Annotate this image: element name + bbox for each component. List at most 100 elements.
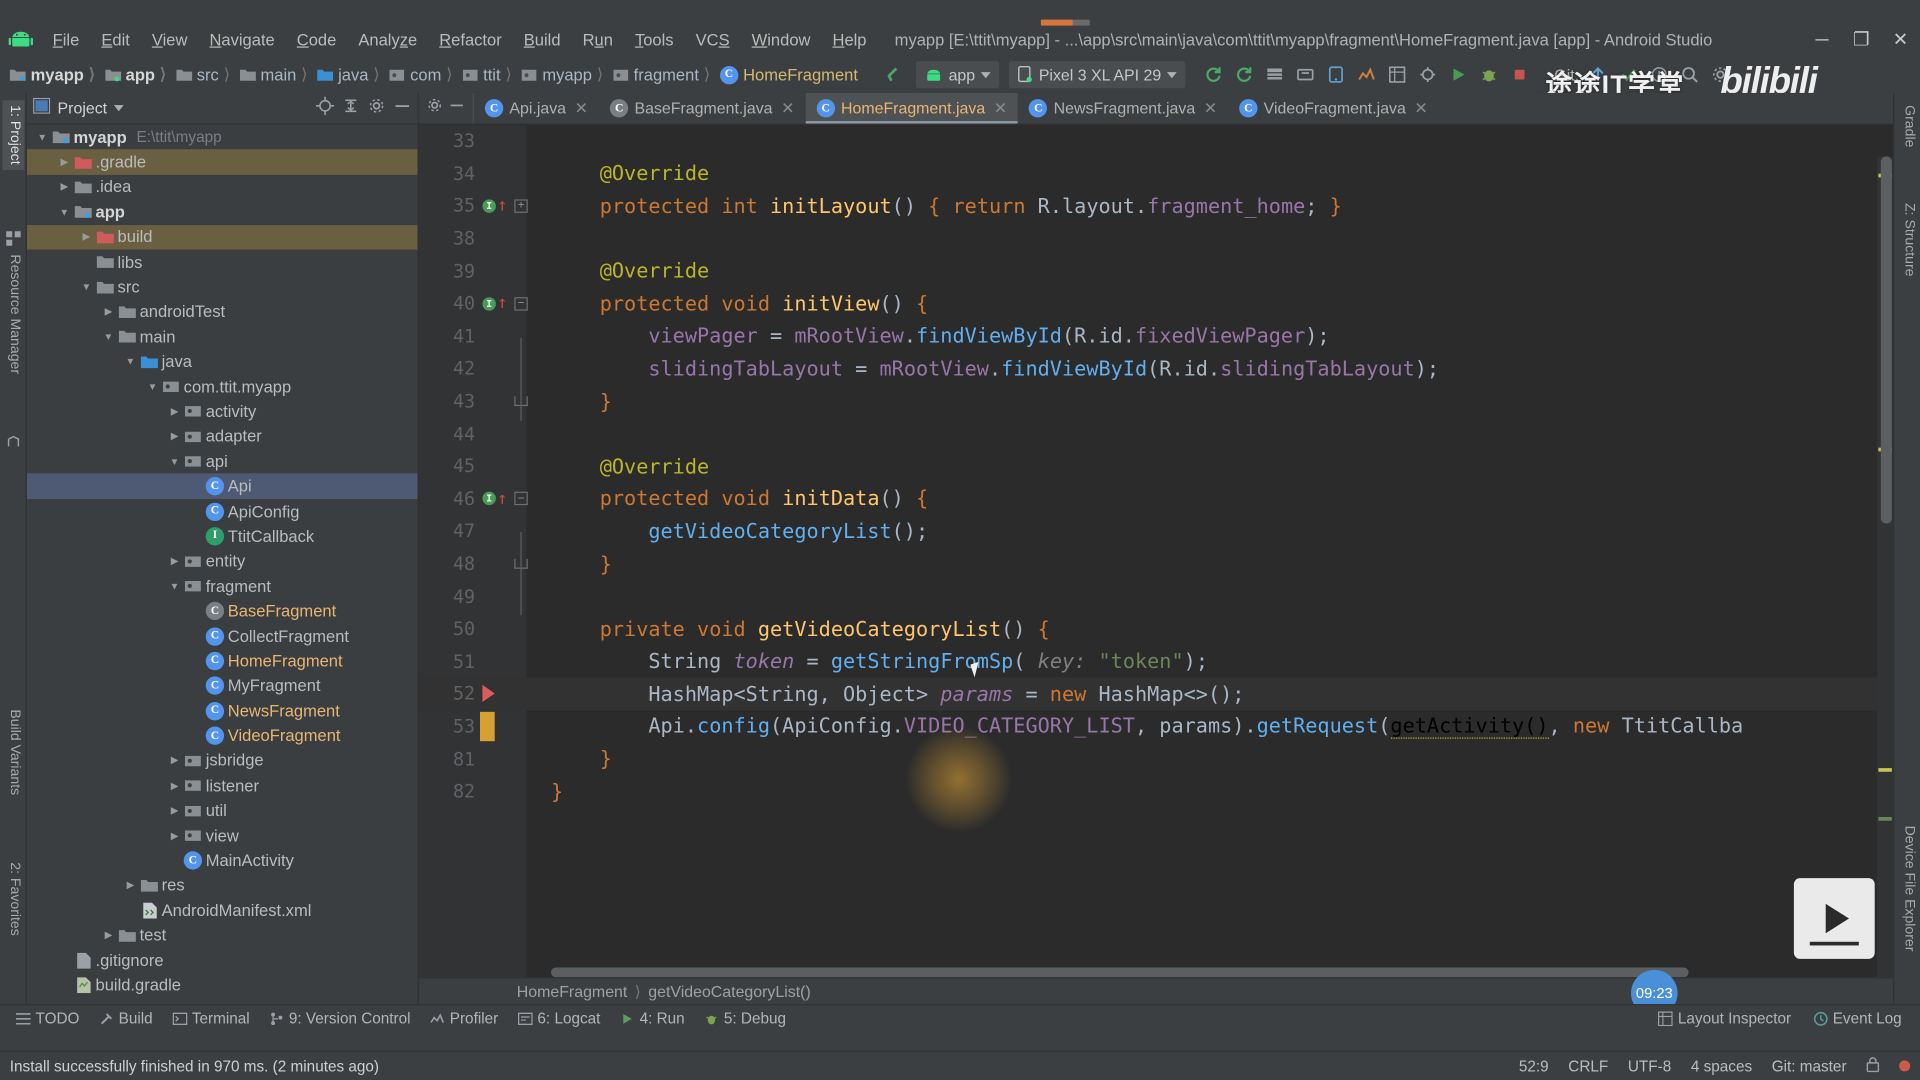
profiler-icon[interactable] — [1351, 60, 1382, 89]
chevron-down-icon[interactable]: ▼ — [167, 456, 183, 467]
tool-window-todo[interactable]: TODO — [7, 1007, 88, 1029]
tree-row-util[interactable]: ▶ util — [27, 798, 418, 823]
tool-window-terminal[interactable]: Terminal — [164, 1007, 259, 1029]
sidebar-tab-project[interactable]: 1: Project — [2, 100, 25, 170]
locate-icon[interactable] — [315, 96, 335, 120]
code-line-52[interactable]: 52 HashMap<String, Object> params = new … — [418, 677, 1894, 711]
chevron-right-icon[interactable]: ▶ — [56, 182, 72, 193]
tree-row-myfragment[interactable]: C MyFragment — [27, 673, 418, 698]
gutter-implementing-method-icon[interactable]: I — [482, 199, 496, 213]
chevron-right-icon[interactable]: ▶ — [100, 306, 116, 317]
code-line-38[interactable]: 38 — [419, 222, 1893, 255]
sdk-manager-icon[interactable] — [1290, 60, 1321, 89]
editor-vertical-scrollbar[interactable] — [1880, 156, 1892, 524]
tree-row-adapter[interactable]: ▶ adapter — [27, 424, 418, 449]
chevron-right-icon[interactable]: ▶ — [167, 780, 183, 791]
tree-row-basefragment[interactable]: C BaseFragment — [27, 599, 418, 624]
indent-setting[interactable]: 4 spaces — [1691, 1057, 1752, 1074]
menu-tools[interactable]: Tools — [624, 28, 685, 51]
close-tab-icon[interactable]: ✕ — [1414, 98, 1427, 118]
sidebar-tab-resource-manager[interactable]: Resource Manager — [2, 250, 24, 379]
code-line-82[interactable]: 82} — [419, 775, 1893, 808]
close-tab-icon[interactable]: ✕ — [1204, 98, 1217, 118]
git-branch[interactable]: Git: master — [1772, 1057, 1847, 1074]
breadcrumb-fragment[interactable]: fragment ⟩ — [610, 64, 717, 86]
code-line-53[interactable]: 53 Api.config(ApiConfig.VIDEO_CATEGORY_L… — [419, 710, 1893, 743]
device-selector[interactable]: Pixel 3 XL API 29 — [1009, 61, 1186, 89]
editor-tab-homefragment-java[interactable]: C HomeFragment.java ✕ — [805, 92, 1019, 124]
debug-icon[interactable] — [1473, 60, 1504, 89]
code-line-51[interactable]: 51 String token = getStringFromSp( key: … — [419, 645, 1893, 678]
gutter-bookmark-marker[interactable] — [480, 711, 495, 742]
collapse-all-icon[interactable] — [342, 96, 360, 120]
chevron-right-icon[interactable]: ▶ — [167, 431, 183, 442]
close-button[interactable]: ✕ — [1881, 28, 1920, 50]
tool-window-version-control[interactable]: 9: Version Control — [261, 1007, 419, 1029]
hide-editor-icon[interactable] — [448, 97, 465, 120]
breadcrumb-class[interactable]: HomeFragment — [517, 982, 628, 1000]
code-line-42[interactable]: 42 slidingTabLayout = mRootView.findView… — [419, 352, 1893, 385]
back-arrow-icon[interactable] — [878, 60, 909, 89]
menu-view[interactable]: View — [141, 28, 199, 51]
code-line-45[interactable]: 45 @Override — [419, 450, 1893, 483]
tree-row-androidmanifest-xml[interactable]: AndroidManifest.xml — [27, 898, 418, 923]
code-line-46[interactable]: 46 I ↑ − protected void initData() { — [419, 483, 1893, 516]
tree-row-build[interactable]: ▶ build — [26, 224, 418, 250]
menu-edit[interactable]: Edit — [90, 28, 141, 51]
gutter-fold-minus-icon[interactable]: − — [514, 296, 528, 311]
menu-refactor[interactable]: Refactor — [428, 28, 513, 51]
maximize-button[interactable]: ❐ — [1842, 28, 1881, 50]
code-line-33[interactable]: 33 — [419, 125, 1893, 158]
sidebar-tab-structure[interactable]: Z: Structure — [1897, 198, 1919, 281]
code-line-47[interactable]: 47 getVideoCategoryList(); — [419, 515, 1893, 548]
menu-vcs[interactable]: VCS — [685, 28, 741, 51]
settings-gear-icon[interactable] — [367, 96, 385, 120]
sidebar-tab-favorites[interactable]: 2: Favorites — [2, 857, 24, 940]
lock-icon[interactable] — [1866, 1056, 1880, 1076]
minimize-button[interactable]: ─ — [1802, 29, 1841, 50]
tree-row-ttitcallback[interactable]: I TtitCallback — [27, 524, 418, 549]
gutter-override-arrow-icon[interactable]: ↑ — [497, 198, 507, 215]
chevron-down-icon[interactable]: ▼ — [78, 281, 94, 292]
tree-row-src[interactable]: ▼ src — [27, 274, 418, 299]
menu-code[interactable]: Code — [286, 28, 348, 51]
chevron-down-icon[interactable]: ▼ — [56, 207, 72, 218]
menu-build[interactable]: Build — [513, 28, 572, 51]
gutter-breakpoint-icon[interactable] — [482, 685, 495, 703]
gutter-implementing-method-icon[interactable]: I — [482, 492, 496, 506]
breadcrumb-myapp-pkg[interactable]: myapp ⟩ — [519, 64, 610, 86]
chevron-down-icon[interactable]: ▼ — [144, 381, 160, 392]
tree-row-listener[interactable]: ▶ listener — [27, 773, 418, 798]
tree-row-myapp[interactable]: ▼ myapp E:\ttit\myapp — [27, 125, 418, 150]
tool-window-debug[interactable]: 5: Debug — [696, 1007, 795, 1029]
chevron-right-icon[interactable]: ▶ — [167, 830, 183, 841]
tree-row-homefragment[interactable]: C HomeFragment — [27, 648, 418, 673]
hide-panel-icon[interactable] — [393, 96, 411, 120]
tool-window-build[interactable]: Build — [90, 1007, 161, 1029]
gutter-fold-minus-icon[interactable]: − — [514, 492, 528, 506]
close-tab-icon[interactable]: ✕ — [575, 98, 588, 118]
breadcrumb-myapp[interactable]: myapp ⟩ — [7, 64, 102, 86]
chevron-right-icon[interactable]: ▶ — [56, 157, 72, 168]
chevron-down-icon[interactable] — [114, 105, 125, 112]
chevron-down-icon[interactable]: ▼ — [122, 356, 138, 367]
tool-window-run[interactable]: 4: Run — [611, 1007, 693, 1029]
close-tab-icon[interactable]: ✕ — [781, 98, 794, 118]
run-icon[interactable] — [1443, 60, 1474, 89]
tree-row-libs[interactable]: libs — [27, 249, 418, 274]
sidebar-tab-device-file-explorer[interactable]: Device File Explorer — [1897, 821, 1919, 957]
chevron-down-icon[interactable]: ▼ — [34, 132, 50, 143]
tree-row--gitignore[interactable]: .gitignore — [27, 948, 418, 973]
code-line-48[interactable]: 48 } — [419, 548, 1893, 581]
tree-row-api[interactable]: ▼ api — [27, 449, 418, 474]
chevron-down-icon[interactable]: ▼ — [100, 331, 116, 342]
chevron-right-icon[interactable]: ▶ — [122, 880, 138, 891]
menu-file[interactable]: File — [42, 28, 91, 51]
breadcrumb-ttit[interactable]: ttit ⟩ — [460, 64, 519, 86]
editor-marker-strip[interactable] — [1877, 156, 1894, 1005]
code-line-41[interactable]: 41 viewPager = mRootView.findViewById(R.… — [419, 320, 1893, 353]
breadcrumb-homefragment[interactable]: C HomeFragment — [717, 64, 860, 85]
menu-run[interactable]: Run — [572, 28, 624, 51]
code-line-35[interactable]: 35 I ↑ + protected int initLayout() { retur… — [419, 190, 1893, 223]
chevron-right-icon[interactable]: ▶ — [167, 755, 183, 766]
